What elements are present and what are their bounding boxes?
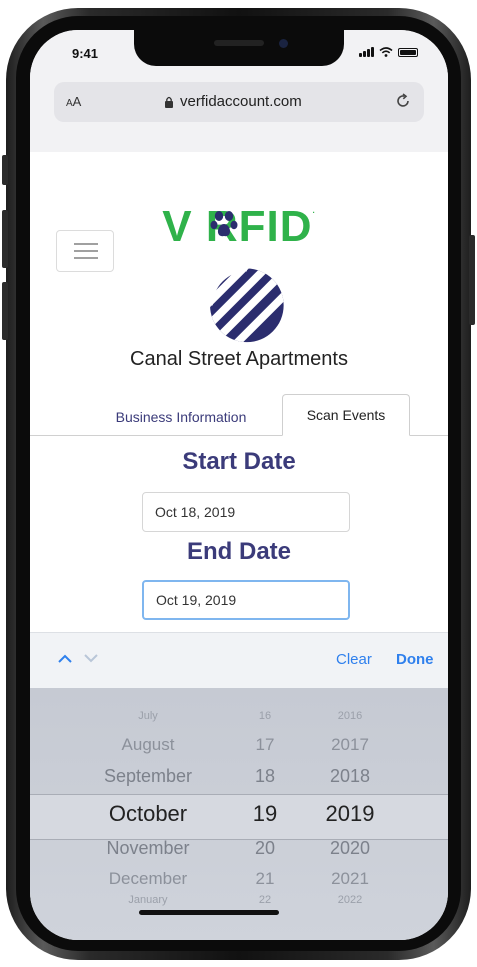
picker-day[interactable]: 17 bbox=[240, 735, 290, 755]
url-text: verfidaccount.com bbox=[180, 93, 302, 110]
picker-year-column[interactable]: 2016 2017 2018 2019 2020 2021 2022 bbox=[310, 688, 390, 940]
picker-day[interactable]: 16 bbox=[240, 710, 290, 722]
logo-paw-icon bbox=[210, 211, 238, 237]
picker-day-selected[interactable]: 19 bbox=[240, 801, 290, 827]
start-date-input[interactable]: Oct 18, 2019 bbox=[142, 492, 350, 532]
front-camera bbox=[279, 39, 288, 48]
picker-day[interactable]: 18 bbox=[240, 766, 290, 787]
browser-toolbar: AA verfidaccount.com bbox=[30, 74, 448, 152]
picker-year[interactable]: 2018 bbox=[310, 766, 390, 787]
mute-switch bbox=[2, 155, 8, 185]
picker-year[interactable]: 2017 bbox=[310, 735, 390, 755]
picker-month[interactable]: August bbox=[78, 735, 218, 755]
picker-month[interactable]: January bbox=[78, 894, 218, 906]
text-size-small-label: A bbox=[66, 98, 73, 109]
picker-year[interactable]: 2016 bbox=[310, 710, 390, 722]
volume-down-button bbox=[2, 282, 8, 340]
lock-icon bbox=[165, 96, 173, 108]
picker-day-column[interactable]: 16 17 18 19 20 21 22 bbox=[240, 688, 290, 940]
picker-month-column[interactable]: July August September October November D… bbox=[78, 688, 218, 940]
end-date-input[interactable]: Oct 19, 2019 bbox=[142, 580, 350, 620]
tab-bar: Business Information Scan Events bbox=[30, 390, 448, 436]
picker-month[interactable]: December bbox=[78, 869, 218, 889]
business-name: Canal Street Apartments bbox=[130, 348, 348, 370]
signal-icon bbox=[359, 47, 374, 57]
keyboard-toolbar: Clear Done bbox=[30, 632, 448, 689]
picker-year[interactable]: 2022 bbox=[310, 894, 390, 906]
status-time: 9:41 bbox=[72, 46, 99, 61]
start-date-label: Start Date bbox=[182, 448, 296, 475]
next-field-icon[interactable] bbox=[84, 653, 98, 663]
picker-year-selected[interactable]: 2019 bbox=[310, 801, 390, 827]
picker-month-selected[interactable]: October bbox=[78, 801, 218, 827]
hamburger-menu-button[interactable] bbox=[56, 230, 114, 272]
speaker-grille bbox=[214, 40, 264, 46]
picker-month[interactable]: November bbox=[78, 838, 218, 859]
picker-year[interactable]: 2020 bbox=[310, 838, 390, 859]
tab-business-information[interactable]: Business Information bbox=[90, 400, 272, 435]
reload-icon[interactable] bbox=[394, 92, 412, 110]
home-indicator[interactable] bbox=[139, 910, 279, 915]
url-display[interactable]: verfidaccount.com bbox=[164, 93, 302, 110]
business-logo-icon bbox=[207, 265, 284, 343]
picker-month[interactable]: July bbox=[78, 710, 218, 722]
picker-month[interactable]: September bbox=[78, 766, 218, 787]
address-bar[interactable]: AA verfidaccount.com bbox=[54, 82, 424, 122]
logo-mark: . bbox=[312, 206, 316, 215]
wifi-icon bbox=[379, 47, 393, 57]
picker-year[interactable]: 2021 bbox=[310, 869, 390, 889]
date-picker[interactable]: July August September October November D… bbox=[30, 688, 448, 940]
volume-up-button bbox=[2, 210, 8, 268]
picker-day[interactable]: 22 bbox=[240, 894, 290, 906]
power-button bbox=[469, 235, 475, 325]
battery-icon bbox=[398, 48, 418, 57]
picker-day[interactable]: 20 bbox=[240, 838, 290, 859]
done-button[interactable]: Done bbox=[396, 651, 434, 668]
clear-button[interactable]: Clear bbox=[336, 651, 372, 668]
status-icons bbox=[359, 47, 418, 57]
notch bbox=[134, 30, 344, 66]
previous-field-icon[interactable] bbox=[58, 653, 72, 663]
tab-scan-events[interactable]: Scan Events bbox=[282, 394, 410, 436]
phone-screen: 9:41 AA verfidaccount.com V RFID. Canal … bbox=[30, 30, 448, 940]
text-size-button[interactable]: AA bbox=[66, 94, 81, 109]
text-size-large-label: A bbox=[72, 94, 82, 109]
end-date-label: End Date bbox=[186, 538, 291, 565]
picker-day[interactable]: 21 bbox=[240, 869, 290, 889]
